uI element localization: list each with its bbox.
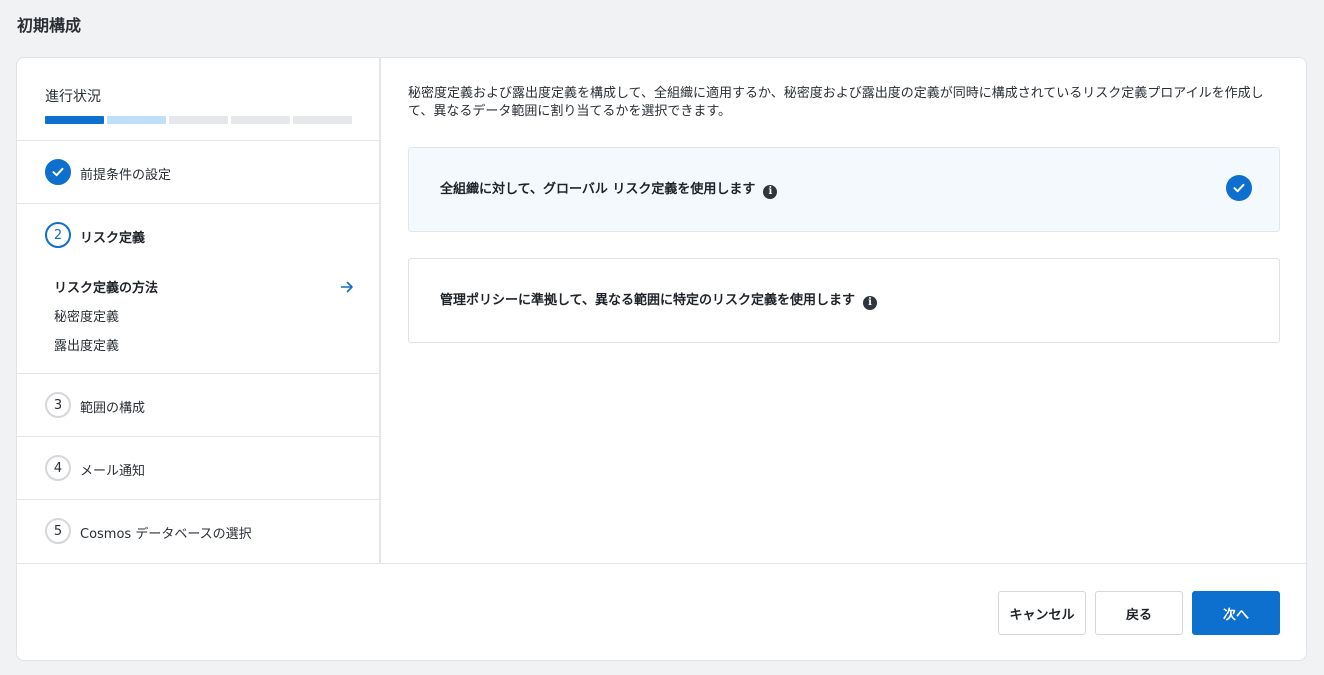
info-icon[interactable]: i (862, 296, 877, 310)
substep-risk-method[interactable]: リスク定義の方法 (54, 280, 354, 309)
step-label: リスク定義 (80, 231, 146, 246)
step-description: 秘密度定義および露出度定義を構成して、全組織に適用するか、秘密度および露出度の定… (408, 86, 1264, 119)
step-number: 5 (45, 518, 71, 544)
step-risk-definition[interactable]: 2 リスク定義 リスク定義の方法 秘密度定義 露出度定義 (17, 204, 379, 374)
progress-section: 進行状況 (17, 58, 379, 141)
wizard-footer: キャンセル 戻る 次へ (17, 563, 1306, 660)
option-scoped-risk-definition[interactable]: 管理ポリシーに準拠して、異なる範囲に特定のリスク定義を使用します i (408, 258, 1280, 343)
back-button[interactable]: 戻る (1095, 591, 1183, 635)
progress-segment (169, 116, 228, 124)
step-label: メール通知 (80, 464, 146, 479)
step-cosmos-db[interactable]: 5 Cosmos データベースの選択 (17, 500, 379, 563)
progress-bar (45, 116, 352, 124)
info-icon[interactable]: i (763, 185, 778, 199)
page-title: 初期構成 (17, 16, 82, 35)
substep-exposure[interactable]: 露出度定義 (54, 338, 354, 367)
step-label: 範囲の構成 (80, 401, 146, 416)
substep-label: 秘密度定義 (54, 310, 120, 325)
step-email-notification[interactable]: 4 メール通知 (17, 437, 379, 500)
progress-segment (45, 116, 104, 124)
substep-sensitivity[interactable]: 秘密度定義 (54, 309, 354, 338)
progress-label: 進行状況 (45, 89, 101, 105)
option-global-risk-definition[interactable]: 全組織に対して、グローバル リスク定義を使用します i (408, 147, 1280, 232)
step-label: 前提条件の設定 (80, 168, 172, 183)
step-prerequisites[interactable]: 前提条件の設定 (17, 141, 379, 204)
step-content: 秘密度定義および露出度定義を構成して、全組織に適用するか、秘密度および露出度の定… (383, 58, 1306, 563)
step-navigation: 進行状況 前提条件の設定 2 リスク定義 リスク定義の方法 秘密度定義 露出度定… (17, 58, 381, 563)
next-button[interactable]: 次へ (1192, 591, 1280, 635)
option-label-row: 管理ポリシーに準拠して、異なる範囲に特定のリスク定義を使用します i (440, 289, 877, 310)
substep-list: リスク定義の方法 秘密度定義 露出度定義 (54, 280, 354, 367)
cancel-button[interactable]: キャンセル (998, 591, 1086, 635)
selected-check-icon (1226, 175, 1252, 201)
setup-wizard-card: 進行状況 前提条件の設定 2 リスク定義 リスク定義の方法 秘密度定義 露出度定… (16, 57, 1307, 661)
step-label: Cosmos データベースの選択 (80, 527, 252, 542)
progress-segment (107, 116, 166, 124)
step-number: 3 (45, 392, 71, 418)
progress-segment (231, 116, 290, 124)
step-scope-config[interactable]: 3 範囲の構成 (17, 374, 379, 437)
progress-segment (293, 116, 352, 124)
step-number: 4 (45, 455, 71, 481)
step-number: 2 (45, 222, 71, 248)
substep-label: 露出度定義 (54, 339, 120, 354)
option-label: 管理ポリシーに準拠して、異なる範囲に特定のリスク定義を使用します (440, 293, 855, 308)
option-label-row: 全組織に対して、グローバル リスク定義を使用します i (440, 178, 778, 199)
substep-label: リスク定義の方法 (54, 281, 159, 296)
option-label: 全組織に対して、グローバル リスク定義を使用します (440, 182, 756, 197)
arrow-right-icon (340, 280, 354, 298)
step-complete-check-icon (45, 159, 71, 185)
